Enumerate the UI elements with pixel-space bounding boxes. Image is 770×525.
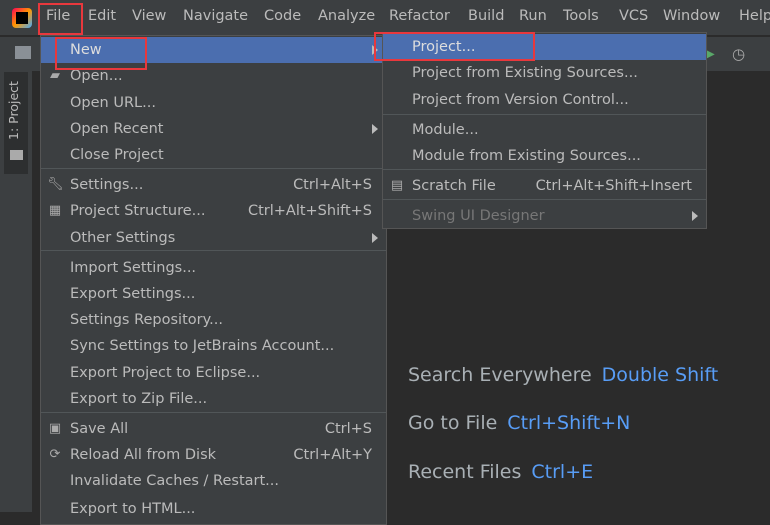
item-label: Export to HTML... <box>70 501 196 517</box>
file-menu-item-export-project-to-eclipse[interactable]: Export Project to Eclipse... <box>41 360 386 386</box>
file-menu: New ▰ Open... Open URL... Open Recent Close P… <box>40 35 387 525</box>
new-submenu-item-module-from-existing-sources[interactable]: Module from Existing Sources... <box>383 143 706 169</box>
folder-icon <box>10 150 23 160</box>
project-folder-icon[interactable] <box>15 46 31 59</box>
item-label: New <box>70 42 102 58</box>
item-shortcut: Ctrl+Alt+Shift+S <box>247 203 372 219</box>
item-label: Module from Existing Sources... <box>412 148 641 164</box>
folder-open-icon: ▰ <box>50 68 60 83</box>
file-menu-item-save-all[interactable]: ▣ Save All Ctrl+S <box>41 416 386 442</box>
item-shortcut: Ctrl+S <box>324 421 372 437</box>
hint-key: Double Shift <box>601 364 719 386</box>
item-label: Other Settings <box>70 230 176 246</box>
menu-vcs[interactable]: VCS <box>619 8 648 24</box>
item-label: Export Settings... <box>70 286 196 302</box>
profile-icon[interactable]: ◷ <box>732 45 745 63</box>
new-submenu-item-module[interactable]: Module... <box>383 117 706 143</box>
new-submenu: Project... Project from Existing Sources.… <box>382 32 707 229</box>
project-structure-icon: ▦ <box>48 203 62 218</box>
menu-separator <box>41 168 386 169</box>
item-label: Project from Version Control... <box>412 92 629 108</box>
hint-key: Ctrl+Shift+N <box>507 412 631 434</box>
file-menu-item-new[interactable]: New <box>41 37 386 63</box>
file-menu-item-export-to-zip-file[interactable]: Export to Zip File... <box>41 386 386 412</box>
item-label: Module... <box>412 122 479 138</box>
menu-code[interactable]: Code <box>264 8 301 24</box>
item-label: Scratch File <box>412 178 496 194</box>
menu-separator <box>383 114 706 115</box>
file-menu-item-import-settings[interactable]: Import Settings... <box>41 255 386 281</box>
item-label: Swing UI Designer <box>412 208 545 224</box>
item-label: Project from Existing Sources... <box>412 65 638 81</box>
wrench-icon: 🔧︎ <box>47 177 64 192</box>
item-label: Project Structure... <box>70 203 206 219</box>
item-label: Open... <box>70 68 123 84</box>
file-menu-item-sync-settings-to-jetbrains-account[interactable]: Sync Settings to JetBrains Account... <box>41 333 386 359</box>
item-label: Save All <box>70 421 129 437</box>
file-menu-item-open-recent[interactable]: Open Recent <box>41 116 386 142</box>
save-icon: ▣ <box>48 421 62 436</box>
item-label: Settings... <box>70 177 144 193</box>
new-submenu-item-scratch-file[interactable]: ▤ Scratch File Ctrl+Alt+Shift+Insert <box>383 173 706 199</box>
item-label: Close Project <box>70 147 164 163</box>
item-label: Project... <box>412 39 476 55</box>
file-menu-item-settings[interactable]: 🔧︎ Settings... Ctrl+Alt+S <box>41 172 386 198</box>
scratch-file-icon: ▤ <box>390 178 404 193</box>
file-menu-item-open-url[interactable]: Open URL... <box>41 90 386 116</box>
file-menu-item-export-settings[interactable]: Export Settings... <box>41 281 386 307</box>
submenu-arrow-icon <box>692 211 698 221</box>
item-label: Export Project to Eclipse... <box>70 365 261 381</box>
new-submenu-item-project-from-version-control[interactable]: Project from Version Control... <box>383 87 706 113</box>
item-label: Settings Repository... <box>70 312 223 328</box>
item-label: Invalidate Caches / Restart... <box>70 473 279 489</box>
item-label: Export to Zip File... <box>70 391 208 407</box>
new-submenu-item-project-from-existing-sources[interactable]: Project from Existing Sources... <box>383 60 706 86</box>
file-menu-item-reload-all-from-disk[interactable]: ⟳ Reload All from Disk Ctrl+Alt+Y <box>41 442 386 468</box>
item-label: Open Recent <box>70 121 164 137</box>
hint-recent-files: Recent Files Ctrl+E <box>408 461 594 483</box>
item-label: Sync Settings to JetBrains Account... <box>70 338 335 354</box>
menu-edit[interactable]: Edit <box>88 8 116 24</box>
hint-search-everywhere: Search Everywhere Double Shift <box>408 364 719 386</box>
hint-key: Ctrl+E <box>531 461 594 483</box>
item-label: Reload All from Disk <box>70 447 217 463</box>
new-submenu-item-project[interactable]: Project... <box>383 34 706 60</box>
menu-bar: File Edit View Navigate Code Analyze Ref… <box>0 0 770 36</box>
reload-icon: ⟳ <box>49 447 61 462</box>
item-shortcut: Ctrl+Alt+Shift+Insert <box>535 178 692 194</box>
menu-help[interactable]: Help <box>739 8 770 24</box>
file-menu-item-settings-repository[interactable]: Settings Repository... <box>41 307 386 333</box>
menu-view[interactable]: View <box>132 8 166 24</box>
menu-refactor[interactable]: Refactor <box>389 8 450 24</box>
menu-separator <box>383 199 706 200</box>
item-label: Open URL... <box>70 95 156 111</box>
item-shortcut: Ctrl+Alt+S <box>293 177 372 193</box>
new-submenu-item-swing-ui-designer[interactable]: Swing UI Designer <box>383 203 706 229</box>
menu-separator <box>41 412 386 413</box>
intellij-logo-icon <box>12 8 32 28</box>
file-menu-item-other-settings[interactable]: Other Settings <box>41 225 386 251</box>
menu-separator <box>383 169 706 170</box>
submenu-arrow-icon <box>372 45 378 55</box>
menu-navigate[interactable]: Navigate <box>183 8 248 24</box>
item-label: Import Settings... <box>70 260 197 276</box>
menu-build[interactable]: Build <box>468 8 504 24</box>
file-menu-item-close-project[interactable]: Close Project <box>41 142 386 168</box>
submenu-arrow-icon <box>372 233 378 243</box>
menu-tools[interactable]: Tools <box>563 8 599 24</box>
menu-file[interactable]: File <box>46 8 70 24</box>
file-menu-item-invalidate-caches-restart[interactable]: Invalidate Caches / Restart... <box>41 468 386 494</box>
menu-run[interactable]: Run <box>519 8 547 24</box>
item-shortcut: Ctrl+Alt+Y <box>293 447 372 463</box>
menu-separator <box>41 250 386 251</box>
project-tool-tab-label: 1: Project <box>6 81 21 140</box>
hint-go-to-file: Go to File Ctrl+Shift+N <box>408 412 631 434</box>
file-menu-item-project-structure[interactable]: ▦ Project Structure... Ctrl+Alt+Shift+S <box>41 198 386 224</box>
file-menu-item-open[interactable]: ▰ Open... <box>41 63 386 89</box>
menu-window[interactable]: Window <box>663 8 720 24</box>
file-menu-item-export-to-html[interactable]: Export to HTML... <box>41 496 386 522</box>
menu-analyze[interactable]: Analyze <box>318 8 375 24</box>
project-tool-tab[interactable]: 1: Project <box>4 72 28 174</box>
submenu-arrow-icon <box>372 124 378 134</box>
